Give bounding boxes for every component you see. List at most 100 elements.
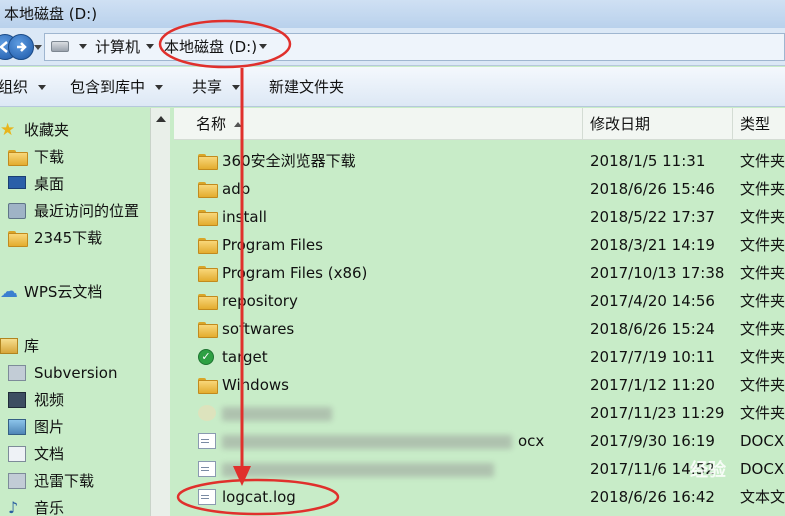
file-date: 2018/6/26 15:24 [590,320,715,338]
file-name: Program Files [222,236,323,254]
file-row[interactable]: Windows 2017/1/12 11:20 文件夹 [174,371,785,399]
sort-ascending-icon [234,122,243,127]
document-icon [198,433,216,449]
file-date: 2017/11/23 11:29 [590,404,725,422]
redacted-name [222,407,332,421]
address-row: 计算机 本地磁盘 (D:) [0,28,785,66]
share-button[interactable]: 共享 [192,77,241,97]
music-library-icon: ♪ [8,498,19,516]
file-row[interactable]: ocx 2017/9/30 16:19 DOCX [174,427,785,455]
column-divider[interactable] [732,108,733,140]
folder-icon [8,230,28,247]
file-type: DOCX [740,432,785,450]
column-divider[interactable] [582,108,583,140]
nav-wps-label: WPS云文档 [24,283,103,301]
file-type: 文件夹 [740,404,785,422]
folder-icon [198,209,218,226]
file-type: 文件夹 [740,292,785,310]
file-name: install [222,208,267,226]
file-date: 2017/10/13 17:38 [590,264,725,282]
file-type: 文件夹 [740,376,785,394]
organize-label: 组织 [0,78,29,96]
navigation-pane: ★ 收藏夹 下载 桌面 最近访问的位置 2345下载 ☁ WPS云文档 库 Su… [0,108,170,516]
file-name: logcat.log [222,488,296,506]
address-segment-computer[interactable]: 计算机 [95,34,140,60]
file-name: target [222,348,268,366]
file-date: 2017/7/19 10:11 [590,348,715,366]
watermark: 经验 [690,460,726,481]
include-library-button[interactable]: 包含到库中 [70,77,164,97]
file-type: 文本文 [740,488,785,506]
new-folder-button[interactable]: 新建文件夹 [269,77,344,97]
file-date: 2018/6/26 15:46 [590,180,715,198]
scroll-up-icon[interactable] [156,116,166,122]
file-type: 文件夹 [740,236,785,254]
file-date: 2017/9/30 16:19 [590,432,715,450]
address-chevron-icon[interactable] [146,44,154,49]
file-date: 2017/4/20 14:56 [590,292,715,310]
nav-item-label: 文档 [34,445,65,463]
file-name: Program Files (x86) [222,264,368,282]
downloads-folder-icon [8,149,28,166]
recent-places-icon [8,203,26,219]
folder-icon [198,321,218,338]
address-bar[interactable]: 计算机 本地磁盘 (D:) [44,33,785,61]
file-row[interactable]: ✓ target 2017/7/19 10:11 文件夹 [174,343,785,371]
file-type: 文件夹 [740,152,785,170]
file-row[interactable]: install 2018/5/22 17:37 文件夹 [174,203,785,231]
file-name: softwares [222,320,295,338]
folder-icon [198,377,218,394]
folder-icon [198,293,218,310]
history-dropdown-icon[interactable] [34,45,42,50]
nav-item-label: 桌面 [34,175,65,193]
folder-icon [198,405,216,421]
file-row[interactable]: 2017/11/23 11:29 文件夹 [174,399,785,427]
document-library-icon [8,446,26,462]
desktop-icon [8,176,26,189]
folder-icon [198,265,218,282]
file-date: 2018/5/22 17:37 [590,208,715,226]
file-row[interactable]: logcat.log 2018/6/26 16:42 文本文 [174,483,785,511]
document-icon [198,461,216,477]
include-library-label: 包含到库中 [70,78,146,96]
file-row[interactable]: repository 2017/4/20 14:56 文件夹 [174,287,785,315]
file-row[interactable]: adb 2018/6/26 15:46 文件夹 [174,175,785,203]
text-file-icon [198,489,216,505]
file-type: DOCX [740,460,785,478]
nav-libraries-label: 库 [24,337,40,355]
file-row[interactable]: Program Files (x86) 2017/10/13 17:38 文件夹 [174,259,785,287]
file-row[interactable]: Program Files 2018/3/21 14:19 文件夹 [174,231,785,259]
column-date[interactable]: 修改日期 [590,108,650,140]
file-date: 2017/1/12 11:20 [590,376,715,394]
nav-item-label: Subversion [34,364,118,382]
nav-item-label: 视频 [34,391,65,409]
address-chevron-icon[interactable] [259,44,267,49]
download-library-icon [8,473,26,489]
nav-item-label: 最近访问的位置 [34,202,140,220]
file-type: 文件夹 [740,180,785,198]
address-chevron-icon[interactable] [79,44,87,49]
organize-button[interactable]: 组织 [0,77,47,97]
column-name[interactable]: 名称 [196,108,243,140]
video-library-icon [8,392,26,408]
column-header: 名称 修改日期 类型 [174,108,785,140]
arrow-right-icon [17,42,27,52]
drive-icon [51,41,69,52]
library-folder-icon [8,365,26,381]
folder-icon [198,237,218,254]
nav-scrollbar[interactable] [150,108,170,516]
file-row[interactable]: 360安全浏览器下载 2018/1/5 11:31 文件夹 [174,147,785,175]
forward-button[interactable] [8,34,34,60]
file-date: 2018/6/26 16:42 [590,488,715,506]
file-row[interactable]: softwares 2018/6/26 15:24 文件夹 [174,315,785,343]
cloud-icon: ☁ [0,281,18,302]
file-name: 360安全浏览器下载 [222,152,356,170]
synced-folder-icon: ✓ [198,349,214,365]
chevron-down-icon [38,85,47,90]
column-type[interactable]: 类型 [740,108,770,140]
address-segment-drive[interactable]: 本地磁盘 (D:) [164,34,257,60]
file-type: 文件夹 [740,320,785,338]
picture-library-icon [8,419,26,435]
redacted-name [222,435,512,449]
file-name: Windows [222,376,289,394]
